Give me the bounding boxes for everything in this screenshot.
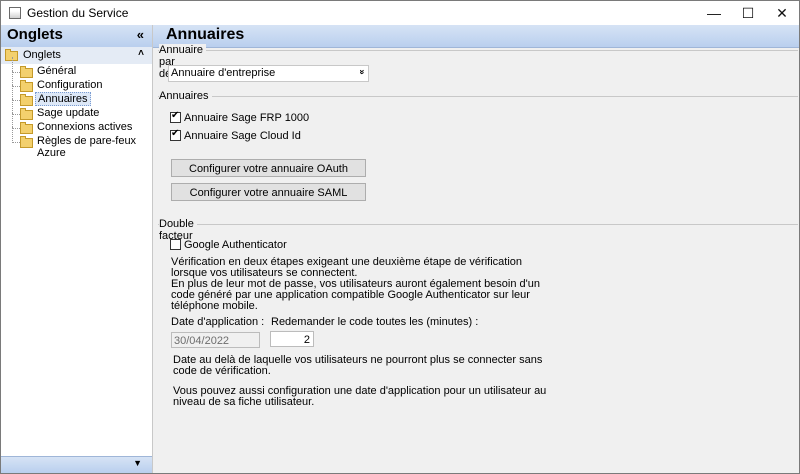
sidebar-item-configuration[interactable]: Configuration [1, 71, 152, 93]
folder-open-icon [20, 94, 33, 106]
sidebar-footer[interactable]: ▼ [1, 456, 152, 473]
user-config-note: Vous pouvez aussi configuration une date… [173, 386, 546, 408]
folder-icon [20, 108, 33, 120]
input-value: 2 [303, 334, 310, 346]
minutes-input[interactable]: 2 [270, 331, 314, 347]
folder-icon [20, 122, 33, 134]
default-directory-select[interactable]: Annuaire d'entreprise » [168, 65, 369, 82]
note-line: niveau de sa fiche utilisateur. [173, 396, 315, 408]
select-value: Annuaire d'entreprise [171, 67, 276, 79]
tree-connector [12, 127, 20, 143]
sidebar-item-general[interactable]: Général [1, 57, 152, 79]
folder-icon [20, 136, 33, 148]
app-window: Gestion du Service — ☐ ✕ Onglets « Ongle… [0, 0, 800, 474]
section-divider [158, 96, 798, 97]
sidebar-header: Onglets « [1, 25, 152, 48]
chevron-up-icon[interactable]: ˄ [138, 48, 144, 59]
date-label: Date d'application : [171, 316, 265, 328]
maximize-button[interactable]: ☐ [731, 1, 765, 25]
date-note: Date au delà de laquelle vos utilisateur… [173, 355, 542, 377]
page-header: Annuaires [153, 25, 799, 48]
description-line: téléphone mobile. [171, 300, 258, 312]
main-panel: Annuaires Annuaire par défaut Annuaire d… [153, 25, 799, 473]
folder-icon [20, 80, 33, 92]
chevron-down-icon[interactable]: ▼ [133, 458, 142, 468]
section-divider [158, 50, 798, 51]
sage-frp-checkbox[interactable] [170, 110, 181, 123]
sidebar-title: Onglets [7, 26, 63, 43]
sidebar-item-label: Configuration [37, 79, 103, 91]
sidebar-item-label: Connexions actives [37, 121, 133, 133]
sidebar-item-connexions-actives[interactable]: Connexions actives [1, 113, 152, 135]
folder-icon [20, 66, 33, 78]
application-date-input: 30/04/2022 [171, 332, 260, 348]
sidebar-item-label: Règles de pare-feux Azure [37, 135, 137, 159]
sidebar-group-label: Onglets [23, 49, 61, 61]
configure-saml-button[interactable]: Configurer votre annuaire SAML [171, 183, 366, 201]
note-line: code de vérification. [173, 365, 271, 377]
dropdown-icon[interactable]: » [357, 69, 367, 74]
section-divider [158, 224, 798, 225]
google-authenticator-checkbox[interactable] [170, 239, 181, 250]
sage-frp-label: Annuaire Sage FRP 1000 [184, 112, 310, 124]
configure-oauth-button[interactable]: Configurer votre annuaire OAuth [171, 159, 366, 177]
sage-cloud-id-label: Annuaire Sage Cloud Id [184, 130, 301, 142]
sidebar-group[interactable]: Onglets ˄ [1, 47, 152, 64]
sidebar-item-label: Sage update [37, 107, 100, 119]
sidebar-item-label: Annuaires [35, 92, 91, 106]
title-bar: Gestion du Service — ☐ ✕ [1, 1, 799, 25]
two-factor-description: Vérification en deux étapes exigeant une… [171, 257, 540, 312]
close-button[interactable]: ✕ [765, 1, 799, 25]
section-title: Annuaires [159, 90, 212, 102]
sidebar-item-regles-pare-feux[interactable]: Règles de pare-feux Azure [1, 127, 152, 159]
collapse-icon[interactable]: « [137, 27, 144, 42]
app-icon [9, 7, 21, 19]
minimize-button[interactable]: — [697, 1, 731, 25]
sidebar-item-sage-update[interactable]: Sage update [1, 99, 152, 121]
window-title: Gestion du Service [27, 6, 129, 20]
sidebar-item-label: Général [37, 65, 77, 77]
sidebar-item-annuaires[interactable]: Annuaires [1, 85, 152, 107]
input-value: 30/04/2022 [174, 335, 230, 347]
page-title: Annuaires [166, 26, 245, 43]
sidebar: Onglets « Onglets ˄ Général Configuratio… [1, 25, 152, 473]
redemand-label: Redemander le code toutes les (minutes) … [271, 316, 479, 328]
google-authenticator-label: Google Authenticator [184, 239, 287, 251]
sage-cloud-id-checkbox[interactable] [170, 128, 181, 141]
